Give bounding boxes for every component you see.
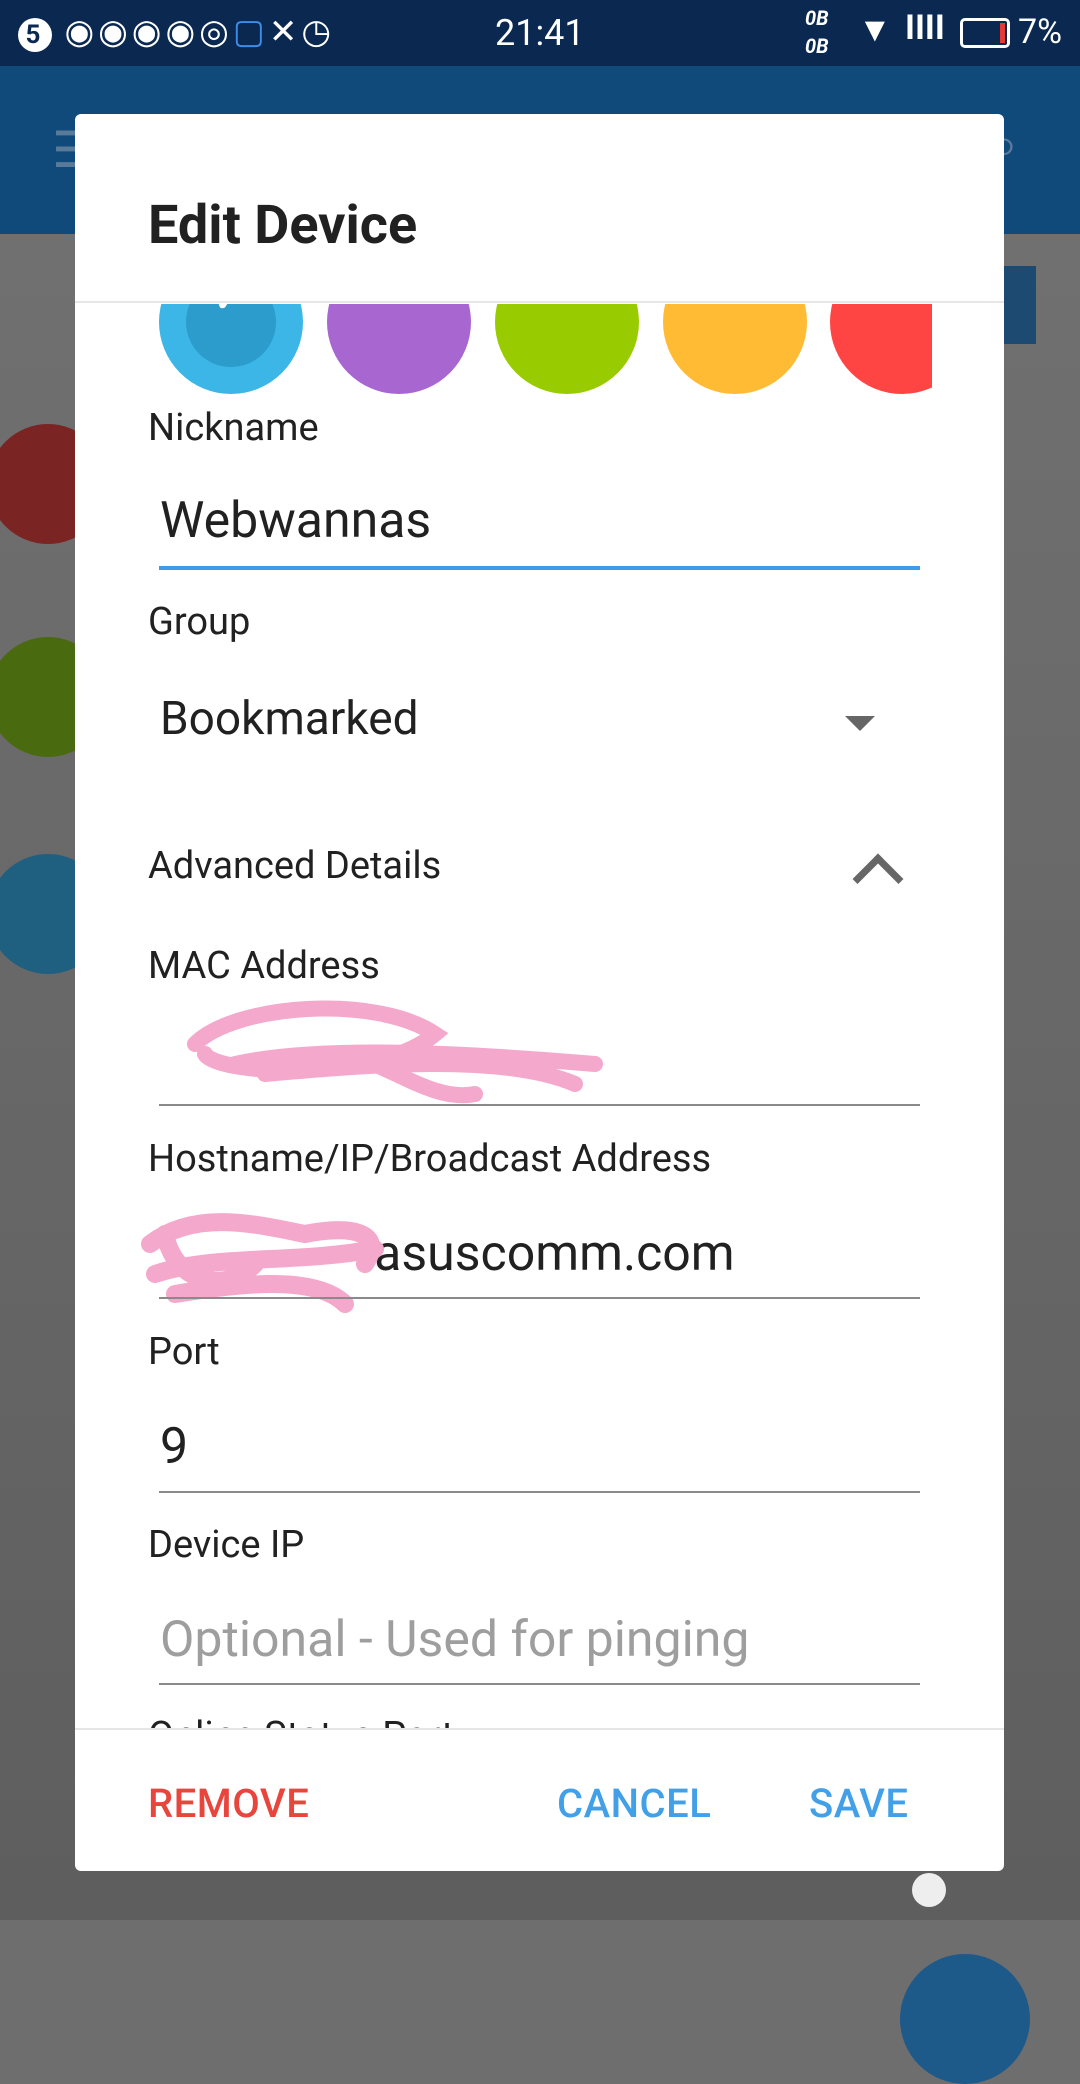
alarm-icon: ◷ [301, 12, 336, 52]
dialog-title: Edit Device [148, 194, 418, 257]
dropdown-arrow-icon[interactable] [845, 716, 875, 731]
fab-button [900, 1954, 1030, 2084]
wifi-icon: ▼ [858, 10, 892, 50]
port-input[interactable]: 9 [160, 1418, 188, 1476]
remove-button[interactable]: REMOVE [148, 1780, 309, 1827]
group-label: Group [148, 600, 251, 644]
color-option-green[interactable] [495, 304, 639, 394]
port-underline [159, 1491, 920, 1493]
color-option-orange[interactable] [663, 304, 807, 394]
group-select[interactable]: Bookmarked [160, 692, 419, 746]
battery-icon [960, 18, 1010, 48]
save-button[interactable]: SAVE [809, 1780, 909, 1827]
mute-vibrate-icon: ✕ [268, 12, 302, 52]
eye-icon: ◎ [199, 12, 233, 52]
hostname-underline [159, 1297, 920, 1299]
title-divider [75, 301, 1004, 303]
color-option-purple[interactable] [327, 304, 471, 394]
color-option-red[interactable] [830, 304, 932, 394]
weibo-icon: ◉◉◉◉ [64, 12, 200, 52]
net-speed-down: 0B [805, 34, 829, 58]
clock: 21:41 [495, 12, 585, 54]
nickname-label: Nickname [148, 406, 319, 450]
notification-icons: 5 ◉◉◉◉◎▢✕◷ [18, 12, 335, 52]
hostname-label: Hostname/IP/Broadcast Address [148, 1137, 712, 1181]
hostname-input[interactable]: .asuscomm.com [361, 1225, 735, 1283]
chevron-up-icon[interactable] [852, 853, 904, 905]
port-label: Port [148, 1330, 220, 1374]
dialog-scroll-area[interactable]: ✓ Nickname Webwannas Group Bookmarked Ad… [75, 304, 1004, 1728]
watermark-logo [912, 1873, 946, 1907]
net-speed-up: 0B [805, 6, 829, 30]
device-ip-underline [159, 1683, 920, 1685]
button-divider [75, 1728, 1004, 1730]
signal-icon: IIII [905, 8, 945, 48]
battery-percent: 7% [1018, 12, 1063, 52]
status-bar: 5 ◉◉◉◉◎▢✕◷ 21:41 0B 0B ▼ IIII 7% [0, 0, 1080, 66]
cancel-button[interactable]: CANCEL [557, 1780, 711, 1827]
mac-address-label: MAC Address [148, 944, 380, 988]
chat-bell-icon: ▢ [232, 12, 269, 52]
advanced-details-label[interactable]: Advanced Details [148, 844, 441, 888]
selected-check-icon: ✓ [186, 304, 276, 367]
color-option-blue[interactable]: ✓ [159, 304, 303, 394]
mac-underline [159, 1104, 920, 1106]
nickname-underline [159, 566, 920, 570]
online-status-port-label: Online Status Port [148, 1714, 454, 1728]
nickname-input[interactable]: Webwannas [160, 492, 431, 550]
device-ip-input[interactable]: Optional - Used for pinging [160, 1611, 749, 1669]
device-ip-label: Device IP [148, 1523, 305, 1567]
edit-device-dialog: Edit Device ✓ Nickname Webwannas Group B… [75, 114, 1004, 1871]
notification-count-icon: 5 [18, 18, 52, 52]
